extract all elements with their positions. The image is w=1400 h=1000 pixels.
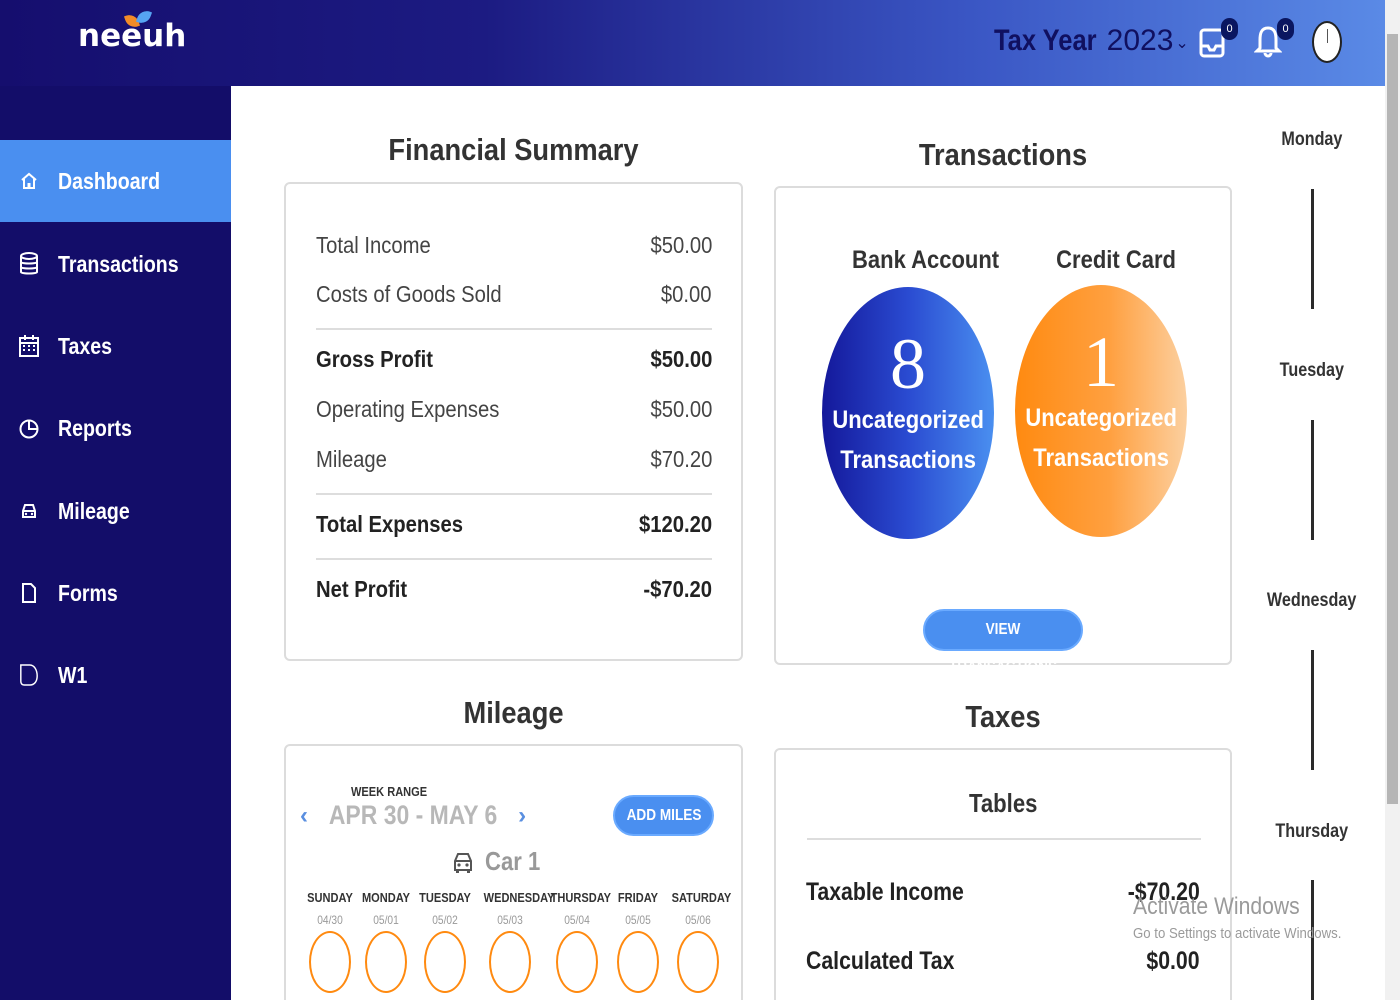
bank-uncategorized-circle[interactable]: 8 Uncategorized Transactions	[822, 287, 994, 539]
day-monday: MONDAY 05/01	[355, 890, 417, 993]
tax-year-value: 2023	[1106, 24, 1174, 57]
week-range-label: WEEK RANGE	[351, 784, 428, 799]
divider	[807, 838, 1201, 840]
database-icon	[19, 252, 39, 275]
view-transactions-button[interactable]: VIEW TRANSACTIONS	[923, 609, 1083, 676]
day-mileage-input[interactable]	[489, 931, 531, 993]
pie-chart-icon	[19, 417, 39, 439]
weekday-tuesday: Tuesday	[1279, 360, 1345, 381]
sidebar-item-label: Dashboard	[58, 167, 161, 194]
file-icon	[19, 582, 39, 604]
sidebar-item-label: Reports	[58, 414, 132, 441]
avatar[interactable]	[1312, 21, 1342, 63]
divider	[316, 558, 712, 560]
tax-row-calculated-tax: Calculated Tax $0.00	[806, 947, 1200, 975]
day-mileage-input[interactable]	[617, 931, 659, 993]
sidebar-item-label: Mileage	[58, 497, 130, 524]
taxes-title: Taxes	[965, 699, 1041, 734]
weekday-thursday: Thursday	[1275, 821, 1349, 842]
home-icon	[19, 170, 39, 192]
bank-uncategorized-count: 8	[890, 324, 926, 404]
taxes-card: Tables Taxable Income -$70.20 Calculated…	[774, 748, 1232, 1000]
week-range: ‹ APR 30 - MAY 6 ›	[300, 800, 526, 831]
day-friday: FRIDAY 05/05	[607, 890, 669, 993]
calendar-icon	[19, 335, 39, 357]
fs-row-cogs: Costs of Goods Sold $0.00	[316, 281, 712, 307]
fs-row-total-expenses: Total Expenses $120.20	[316, 511, 712, 537]
add-miles-button[interactable]: ADD MILES	[613, 795, 714, 836]
weekday-line	[1311, 420, 1314, 540]
day-mileage-input[interactable]	[309, 931, 351, 993]
mileage-card: WEEK RANGE ‹ APR 30 - MAY 6 › ADD MILES …	[284, 744, 743, 1000]
credit-uncategorized-circle[interactable]: 1 Uncategorized Transactions	[1015, 285, 1187, 537]
divider	[316, 328, 712, 330]
week-range-value: APR 30 - MAY 6	[328, 800, 498, 830]
weekday-line	[1311, 650, 1314, 770]
financial-summary-title: Financial Summary	[388, 132, 639, 167]
sidebar-item-dashboard[interactable]: Dashboard	[0, 140, 231, 222]
fs-row-gross-profit: Gross Profit $50.00	[316, 346, 712, 372]
fs-row-mileage: Mileage $70.20	[316, 446, 712, 472]
sidebar-item-mileage[interactable]: Mileage	[0, 470, 231, 552]
credit-uncategorized-count: 1	[1083, 322, 1119, 402]
car-name: Car 1	[485, 846, 541, 876]
weekday-monday: Monday	[1281, 129, 1343, 150]
sidebar-item-forms[interactable]: Forms	[0, 552, 231, 634]
day-tuesday: TUESDAY 05/02	[414, 890, 476, 993]
fs-row-total-income: Total Income $50.00	[316, 232, 712, 258]
day-mileage-input[interactable]	[677, 931, 719, 993]
financial-summary-card: Total Income $50.00 Costs of Goods Sold …	[284, 182, 743, 661]
sidebar-item-w1[interactable]: W1	[0, 634, 231, 716]
day-mileage-input[interactable]	[365, 931, 407, 993]
sidebar-item-label: Taxes	[58, 332, 112, 359]
sidebar: Dashboard Transactions Taxes Reports Mil…	[0, 86, 231, 1000]
day-mileage-input[interactable]	[556, 931, 598, 993]
tax-year-label: Tax Year	[994, 24, 1097, 57]
page-scrollbar[interactable]	[1385, 0, 1400, 1000]
notifications-badge: 0	[1277, 18, 1294, 40]
tables-heading: Tables	[968, 788, 1038, 818]
chevron-left-icon[interactable]: ‹	[300, 802, 308, 830]
weekday-wednesday: Wednesday	[1267, 590, 1357, 611]
activation-watermark: Activate Windows Go to Settings to activ…	[1133, 893, 1342, 942]
notifications-button[interactable]: 0	[1253, 18, 1294, 60]
sidebar-item-reports[interactable]: Reports	[0, 387, 231, 469]
leaf-icon	[19, 664, 39, 686]
day-thursday: THURSDAY 05/04	[546, 890, 611, 993]
mileage-title: Mileage	[463, 695, 564, 730]
sidebar-item-taxes[interactable]: Taxes	[0, 305, 231, 387]
day-mileage-input[interactable]	[424, 931, 466, 993]
sidebar-item-transactions[interactable]: Transactions	[0, 223, 231, 305]
car-selector[interactable]: Car 1	[451, 846, 550, 877]
day-wednesday: WEDNESDAY 05/03	[479, 890, 554, 993]
sidebar-item-label: W1	[58, 661, 88, 688]
inbox-badge: 0	[1221, 18, 1238, 40]
car-icon	[19, 500, 39, 522]
transactions-card: Bank Account Credit Card 8 Uncategorized…	[774, 186, 1232, 676]
weekday-line	[1311, 189, 1314, 309]
transactions-title: Transactions	[918, 137, 1088, 172]
divider	[316, 493, 712, 495]
fs-row-net-profit: Net Profit -$70.20	[316, 576, 712, 602]
chevron-down-icon: ⌄	[1175, 35, 1189, 52]
bank-account-label: Bank Account	[852, 246, 1000, 274]
day-saturday: SATURDAY 05/06	[667, 890, 731, 993]
credit-card-label: Credit Card	[1056, 246, 1176, 274]
top-bar: neeuh Tax Year 2023 ⌄ 0 0	[0, 0, 1385, 86]
app-logo[interactable]: neeuh	[78, 8, 186, 54]
tax-year-selector[interactable]: Tax Year 2023 ⌄	[994, 24, 1189, 58]
fs-row-operating-expenses: Operating Expenses $50.00	[316, 396, 712, 422]
chevron-right-icon[interactable]: ›	[518, 802, 526, 830]
inbox-button[interactable]: 0	[1198, 18, 1238, 60]
car-icon	[454, 852, 472, 873]
day-sunday: SUNDAY 04/30	[299, 890, 361, 993]
scrollbar-thumb[interactable]	[1387, 34, 1398, 804]
sidebar-item-label: Transactions	[58, 250, 179, 277]
sidebar-item-label: Forms	[58, 579, 118, 606]
